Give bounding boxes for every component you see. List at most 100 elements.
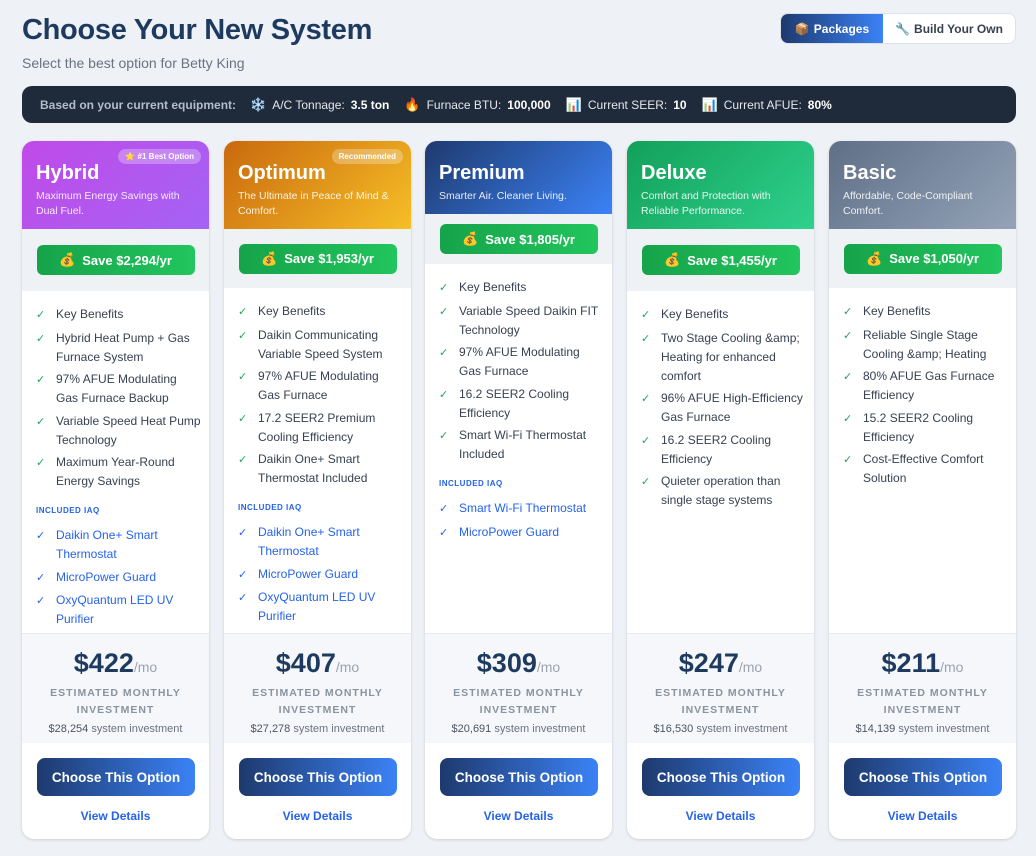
feature-text: Two Stage Cooling &amp; Heating for enha… — [661, 330, 800, 383]
view-toggle: 📦 Packages 🔧 Build Your Own — [780, 13, 1016, 44]
iaq-item: ✓ OxyQuantum LED UV Purifier — [238, 588, 403, 626]
savings-amount: Save $1,050/yr — [889, 251, 979, 266]
equipment-label: Current AFUE: — [723, 97, 802, 112]
monthly-price: $309 — [476, 648, 537, 678]
feature-text: 17.2 SEER2 Premium Cooling Efficiency — [258, 410, 376, 444]
price-zone: $211/mo ESTIMATED MONTHLY INVESTMENT $14,1… — [829, 633, 1016, 743]
iaq-text: MicroPower Guard — [56, 569, 157, 584]
feature-item: ✓ Key Benefits — [843, 302, 1008, 322]
check-icon: ✓ — [439, 388, 449, 401]
feature-item: ✓ Cost-Effective Comfort Solution — [843, 450, 1008, 488]
feature-item: ✓ Hybrid Heat Pump + Gas Furnace System — [36, 329, 201, 367]
iaq-text: MicroPower Guard — [258, 566, 359, 581]
system-investment-label: system investment — [293, 723, 385, 735]
feature-text: 96% AFUE High-Efficiency Gas Furnace — [661, 391, 803, 424]
savings-amount: Save $1,953/yr — [284, 251, 374, 266]
feature-text: Variable Speed Heat Pump Technology — [56, 413, 201, 447]
money-bag-icon: 💰 — [59, 252, 76, 267]
feature-text: Key Benefits — [661, 307, 729, 321]
feature-item: ✓ Two Stage Cooling &amp; Heating for enh… — [641, 329, 806, 386]
check-icon: ✓ — [238, 568, 248, 581]
feature-item: ✓ Daikin One+ Smart Thermostat Included — [238, 450, 403, 488]
iaq-item: ✓ Daikin One+ Smart Thermostat — [238, 523, 403, 561]
check-icon: ✓ — [36, 457, 46, 469]
feature-item: ✓ Daikin Communicating Variable Speed Sys… — [238, 326, 403, 364]
feature-text: 16.2 SEER2 Cooling Efficiency — [661, 432, 772, 466]
package-name: Basic — [843, 162, 897, 184]
per-month-unit: /mo — [133, 659, 158, 675]
equipment-value: 3.5 ton — [350, 97, 390, 112]
monthly-price: $407 — [275, 648, 336, 678]
choose-option-button[interactable]: Choose This Option — [37, 758, 195, 796]
feature-text: 97% AFUE Modulating Gas Furnace — [258, 369, 379, 402]
check-icon: ✓ — [641, 476, 651, 488]
package-name: Optimum — [238, 162, 326, 184]
feature-text: Hybrid Heat Pump + Gas Furnace System — [56, 330, 190, 364]
card-header: Deluxe Comfort and Protection with Reliab… — [627, 141, 814, 229]
iaq-text: Daikin One+ Smart Thermostat — [56, 528, 158, 561]
feature-item: ✓ Variable Speed Daikin FIT Technology — [439, 302, 604, 340]
view-details-link[interactable]: View Details — [224, 809, 411, 823]
check-icon: ✓ — [238, 592, 248, 604]
feature-text: Smart Wi-Fi Thermostat Included — [459, 428, 587, 461]
money-bag-icon: 💰 — [462, 231, 479, 246]
bar-chart-icon: 📊 — [565, 96, 582, 112]
price-zone: $309/mo ESTIMATED MONTHLY INVESTMENT $20,6… — [425, 633, 612, 743]
check-icon: ✓ — [36, 530, 46, 542]
iaq-text: Daikin One+ Smart Thermostat — [258, 525, 360, 558]
savings-zone: 💰 Save $1,953/yr — [224, 229, 411, 288]
check-icon: ✓ — [843, 454, 853, 466]
check-icon: ✓ — [36, 374, 46, 386]
choose-option-button[interactable]: Choose This Option — [642, 758, 800, 796]
feature-list: ✓ Key Benefits ✓ Variable Speed Daikin FIT … — [439, 278, 604, 546]
equipment-current-seer: 📊 Current SEER: 10 — [566, 97, 687, 113]
check-icon: ✓ — [439, 282, 449, 294]
feature-item: ✓ Variable Speed Heat Pump Technology — [36, 412, 201, 450]
check-icon: ✓ — [36, 415, 46, 428]
check-icon: ✓ — [843, 329, 853, 342]
feature-item: ✓ 97% AFUE Modulating Gas Furnace Backup — [36, 370, 201, 408]
feature-item: ✓ 97% AFUE Modulating Gas Furnace — [238, 367, 403, 405]
feature-item: ✓ Key Benefits — [641, 305, 806, 325]
snowflake-icon: ❄️ — [250, 96, 267, 112]
feature-text: Key Benefits — [258, 304, 326, 318]
choose-option-button[interactable]: Choose This Option — [844, 758, 1002, 796]
system-investment-label: system investment — [898, 723, 990, 735]
feature-item: ✓ 17.2 SEER2 Premium Cooling Efficiency — [238, 409, 403, 447]
feature-text: Key Benefits — [863, 304, 931, 318]
check-icon: ✓ — [238, 454, 248, 466]
check-icon: ✓ — [843, 412, 853, 425]
system-investment-label: system investment — [91, 723, 183, 735]
feature-text: 97% AFUE Modulating Gas Furnace — [459, 345, 580, 378]
feature-item: ✓ 80% AFUE Gas Furnace Efficiency — [843, 367, 1008, 405]
monthly-price: $247 — [678, 648, 739, 678]
iaq-item: ✓ MicroPower Guard — [36, 568, 201, 588]
feature-item: ✓ 97% AFUE Modulating Gas Furnace — [439, 343, 604, 381]
packages-tab[interactable]: 📦 Packages — [781, 14, 883, 43]
check-icon: ✓ — [641, 434, 651, 447]
fire-icon: 🔥 — [404, 96, 421, 112]
view-details-link[interactable]: View Details — [22, 809, 209, 823]
feature-text: 80% AFUE Gas Furnace Efficiency — [863, 369, 995, 402]
savings-pill: 💰 Save $1,805/yr — [439, 224, 598, 254]
estimated-monthly-caption: ESTIMATED MONTHLY INVESTMENT — [857, 687, 988, 716]
per-month-unit: /mo — [335, 659, 360, 675]
per-month-unit: /mo — [940, 659, 964, 675]
view-details-link[interactable]: View Details — [627, 809, 814, 823]
view-details-link[interactable]: View Details — [425, 809, 612, 823]
savings-pill: 💰 Save $2,294/yr — [36, 245, 195, 275]
choose-option-button[interactable]: Choose This Option — [440, 758, 598, 796]
card-header: Premium Smarter Air. Cleaner Living. — [425, 141, 612, 214]
package-name: Premium — [439, 162, 525, 184]
build-your-own-tab[interactable]: 🔧 Build Your Own — [883, 14, 1015, 43]
equipment-ac-tonnage: ❄️ A/C Tonnage: 3.5 ton — [250, 97, 389, 113]
feature-list: ✓ Key Benefits ✓ Two Stage Cooling &amp; He… — [641, 305, 806, 514]
per-month-unit: /mo — [738, 659, 763, 675]
package-tagline: Comfort and Protection with Reliable Per… — [641, 190, 771, 217]
choose-option-button[interactable]: Choose This Option — [239, 758, 397, 796]
feature-item: ✓ Key Benefits — [36, 305, 201, 325]
view-details-link[interactable]: View Details — [829, 809, 1016, 823]
iaq-text: MicroPower Guard — [459, 524, 560, 539]
feature-text: 97% AFUE Modulating Gas Furnace Backup — [56, 372, 177, 405]
equipment-label: Current SEER: — [587, 97, 668, 112]
